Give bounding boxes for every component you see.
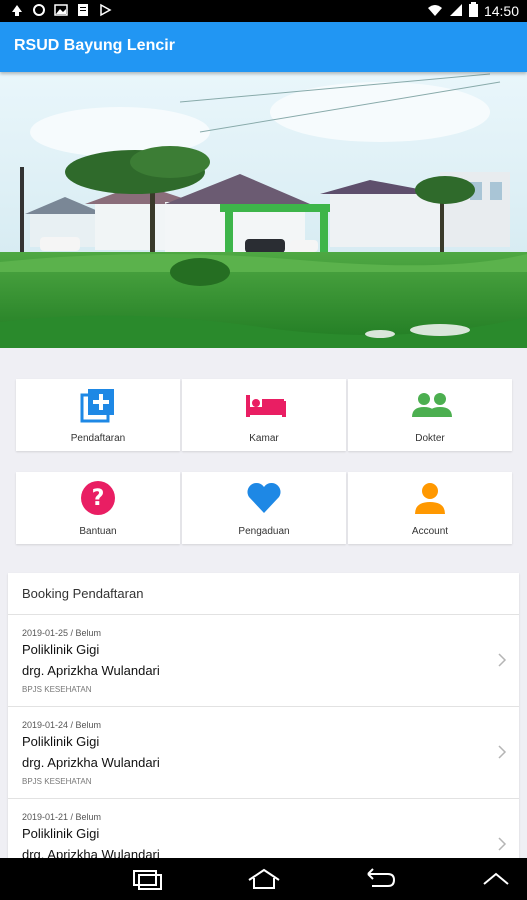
booking-title: Booking Pendaftaran	[8, 573, 519, 615]
add-box-icon	[80, 387, 116, 423]
booking-list: Booking Pendaftaran 2019-01-25 / Belum P…	[8, 573, 519, 863]
menu-label: Dokter	[415, 433, 445, 444]
document-icon	[76, 3, 90, 17]
booking-insurance: BPJS KESEHATAN	[22, 777, 92, 786]
menu-account[interactable]: Account	[348, 472, 512, 544]
home-icon[interactable]	[246, 868, 282, 890]
signal-icon	[449, 3, 463, 20]
image-icon	[54, 3, 68, 17]
recent-apps-icon[interactable]	[130, 868, 166, 890]
booking-doctor: drg. Aprizkha Wulandari	[22, 755, 160, 770]
app-bar: RSUD Bayung Lencir	[0, 22, 527, 72]
menu-kamar[interactable]: Kamar	[182, 379, 346, 451]
booking-date-status: 2019-01-24 / Belum	[22, 720, 102, 730]
people-icon	[412, 387, 452, 423]
booking-poli: Poliklinik Gigi	[22, 734, 100, 749]
navigation-bar	[0, 858, 527, 900]
menu-dokter[interactable]: Dokter	[348, 379, 512, 451]
hero-image	[0, 72, 527, 348]
person-icon	[412, 480, 448, 516]
chevron-right-icon	[497, 653, 507, 667]
status-bar: 14:50	[0, 0, 527, 22]
menu-label: Pengaduan	[238, 526, 290, 537]
booking-doctor: drg. Aprizkha Wulandari	[22, 663, 160, 678]
sync-icon	[32, 3, 46, 17]
chevron-up-icon[interactable]	[478, 868, 514, 890]
battery-icon	[468, 2, 478, 20]
menu-bantuan[interactable]: ? Bantuan	[16, 472, 180, 544]
booking-item[interactable]: 2019-01-25 / Belum Poliklinik Gigi drg. …	[8, 615, 519, 707]
booking-insurance: BPJS KESEHATAN	[22, 685, 92, 694]
booking-item[interactable]: 2019-01-24 / Belum Poliklinik Gigi drg. …	[8, 707, 519, 799]
heart-icon	[246, 480, 282, 516]
clock: 14:50	[483, 3, 519, 19]
menu-label: Pendaftaran	[70, 433, 126, 444]
chevron-right-icon	[497, 745, 507, 759]
booking-poli: Poliklinik Gigi	[22, 826, 100, 841]
notification-icon	[10, 3, 24, 17]
menu-label: Kamar	[249, 433, 279, 444]
svg-text:?: ?	[92, 486, 105, 511]
menu-pengaduan[interactable]: Pengaduan	[182, 472, 346, 544]
menu-label: Account	[411, 526, 449, 537]
booking-date-status: 2019-01-25 / Belum	[22, 628, 102, 638]
booking-date-status: 2019-01-21 / Belum	[22, 812, 102, 822]
booking-item[interactable]: 2019-01-21 / Belum Poliklinik Gigi drg. …	[8, 799, 519, 863]
chevron-right-icon	[497, 837, 507, 851]
back-icon[interactable]	[362, 868, 398, 890]
menu-pendaftaran[interactable]: Pendaftaran	[16, 379, 180, 451]
bed-icon	[246, 387, 286, 423]
help-icon: ?	[80, 480, 116, 516]
booking-poli: Poliklinik Gigi	[22, 642, 100, 657]
app-title: RSUD Bayung Lencir	[14, 37, 175, 54]
wifi-icon	[427, 3, 443, 20]
play-icon	[98, 3, 112, 17]
menu-label: Bantuan	[79, 526, 117, 537]
